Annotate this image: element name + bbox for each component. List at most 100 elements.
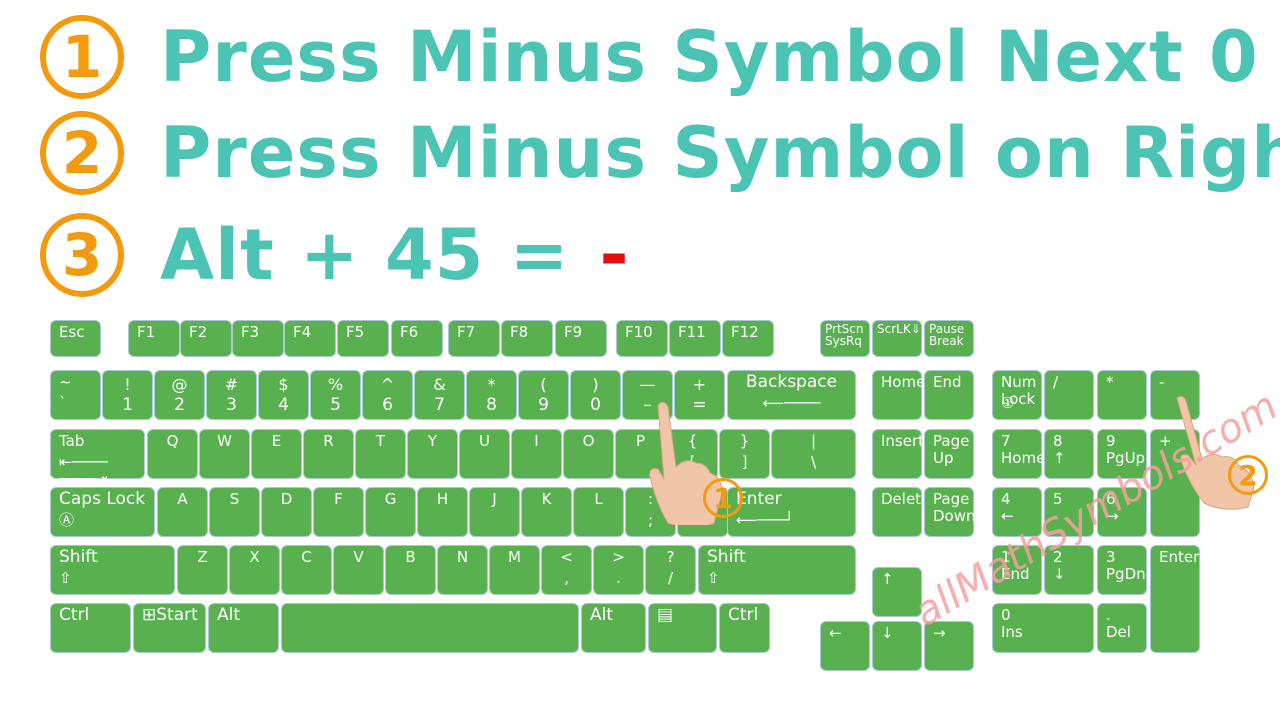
key-symbol66[interactable]: >. bbox=[593, 545, 644, 595]
key-page[interactable]: Page Down bbox=[924, 487, 976, 537]
key-v[interactable]: V bbox=[333, 545, 384, 595]
key-symbol43[interactable]: | \ bbox=[771, 429, 856, 479]
key-j[interactable]: J bbox=[469, 487, 520, 537]
key-f4[interactable]: F4 bbox=[284, 320, 336, 357]
key-sublabel: ⇧ bbox=[59, 569, 72, 587]
key-0[interactable]: 0 Ins bbox=[992, 603, 1094, 653]
key-g[interactable]: G bbox=[365, 487, 416, 537]
key-w[interactable]: W bbox=[199, 429, 250, 479]
key-esc[interactable]: Esc bbox=[50, 320, 101, 357]
step-number-badge: 1 bbox=[40, 15, 124, 99]
key-page[interactable]: Page Up bbox=[924, 429, 974, 479]
key-e[interactable]: E bbox=[251, 429, 302, 479]
key-ctrl[interactable]: Ctrl bbox=[719, 603, 770, 653]
key-r[interactable]: R bbox=[303, 429, 354, 479]
key-s[interactable]: S bbox=[209, 487, 260, 537]
key-alt[interactable]: Alt bbox=[208, 603, 279, 653]
key-symbol24[interactable]: * 8 bbox=[466, 370, 517, 420]
key-l[interactable]: L bbox=[573, 487, 624, 537]
key-f2[interactable]: F2 bbox=[180, 320, 232, 357]
key-shift[interactable]: Shift ⇧ bbox=[50, 545, 175, 595]
key-i[interactable]: I bbox=[511, 429, 562, 479]
key-f3[interactable]: F3 bbox=[232, 320, 284, 357]
key-label: G bbox=[384, 490, 397, 508]
key-n[interactable]: N bbox=[437, 545, 488, 595]
key-a[interactable]: A bbox=[157, 487, 208, 537]
key-label: R bbox=[323, 432, 334, 450]
key-end[interactable]: End bbox=[924, 370, 974, 420]
key-label: F1 bbox=[137, 323, 156, 341]
key-f[interactable]: F bbox=[313, 487, 364, 537]
key-7[interactable]: 7 Home bbox=[992, 429, 1045, 479]
key-symbol84[interactable]: ↓ bbox=[872, 621, 922, 671]
key-enter[interactable]: Enter bbox=[1150, 545, 1200, 653]
key-capslock[interactable]: Caps Lock Ⓐ bbox=[50, 487, 155, 537]
key-symbol23[interactable]: & 7 bbox=[414, 370, 465, 420]
key-symbol16[interactable]: ~ ` bbox=[50, 370, 101, 420]
key-symbol67[interactable]: ? / bbox=[645, 545, 696, 595]
key-symbol17[interactable]: ! 1 bbox=[102, 370, 153, 420]
key-u[interactable]: U bbox=[459, 429, 510, 479]
key-ctrl[interactable]: Ctrl bbox=[50, 603, 131, 653]
key-symbol102[interactable]: . Del bbox=[1097, 603, 1147, 653]
key-h[interactable]: H bbox=[417, 487, 468, 537]
key-label: Ctrl bbox=[59, 605, 90, 625]
key-symbol20[interactable]: $4 bbox=[258, 370, 309, 420]
key-o[interactable]: O bbox=[563, 429, 614, 479]
key-delete[interactable]: Delete bbox=[872, 487, 930, 537]
key-space[interactable] bbox=[281, 603, 579, 653]
key-prtscn[interactable]: PrtScn SysRq bbox=[820, 320, 870, 357]
key-symbol74[interactable]: ▤ bbox=[648, 603, 717, 653]
key-f5[interactable]: F5 bbox=[337, 320, 389, 357]
key-label: E bbox=[271, 432, 282, 450]
step-marker-1: 1 bbox=[703, 478, 743, 518]
key-pause[interactable]: Pause Break bbox=[924, 320, 974, 357]
key-symbol25[interactable]: (9 bbox=[518, 370, 569, 420]
key-sublabel: ⇤──── ────⇥ bbox=[59, 453, 108, 488]
key-f6[interactable]: F6 bbox=[391, 320, 443, 357]
key-num[interactable]: Num Lock ① bbox=[992, 370, 1042, 420]
key-b[interactable]: B bbox=[385, 545, 436, 595]
key-t[interactable]: T bbox=[355, 429, 406, 479]
key-symbol88[interactable]: * bbox=[1097, 370, 1147, 420]
key-c[interactable]: C bbox=[281, 545, 332, 595]
key-symbol83[interactable]: ← bbox=[820, 621, 870, 671]
key-symbol26[interactable]: ) 0 bbox=[570, 370, 621, 420]
key-symbol22[interactable]: ^ 6 bbox=[362, 370, 413, 420]
key-symbol21[interactable]: % 5 bbox=[310, 370, 361, 420]
key-8[interactable]: 8 ↑ bbox=[1044, 429, 1094, 479]
key-x[interactable]: X bbox=[229, 545, 280, 595]
key-y[interactable]: Y bbox=[407, 429, 458, 479]
key-3[interactable]: 3 PgDn bbox=[1097, 545, 1147, 595]
key-tab[interactable]: Tab ⇤──── ────⇥ bbox=[50, 429, 145, 488]
key-z[interactable]: Z bbox=[177, 545, 228, 595]
key-f9[interactable]: F9 bbox=[555, 320, 607, 357]
key-label: F6 bbox=[400, 323, 419, 341]
key-d[interactable]: D bbox=[261, 487, 312, 537]
key-home[interactable]: Home bbox=[872, 370, 925, 420]
key-sublabel: 4 bbox=[278, 395, 289, 415]
key-f8[interactable]: F8 bbox=[501, 320, 553, 357]
key-label: > bbox=[612, 548, 625, 566]
key-backspace[interactable]: Backspace ⟵──── bbox=[727, 370, 856, 420]
key-shift[interactable]: Shift ⇧ bbox=[698, 545, 856, 595]
key-f11[interactable]: F11 bbox=[669, 320, 721, 357]
key-f1[interactable]: F1 bbox=[128, 320, 180, 357]
key-label: F4 bbox=[293, 323, 312, 341]
key-k[interactable]: K bbox=[521, 487, 572, 537]
key-start[interactable]: ⊞Start bbox=[133, 603, 206, 653]
key-symbol87[interactable]: / bbox=[1044, 370, 1094, 420]
key-label: Y bbox=[427, 432, 438, 450]
key-f12[interactable]: F12 bbox=[722, 320, 774, 357]
key-q[interactable]: Q bbox=[147, 429, 198, 479]
key-enter[interactable]: Enter ⟵───┘ bbox=[727, 487, 856, 537]
key-insert[interactable]: Insert bbox=[872, 429, 924, 479]
key-scrlk[interactable]: ScrLK⇓ bbox=[872, 320, 922, 357]
key-f7[interactable]: F7 bbox=[448, 320, 500, 357]
key-symbol18[interactable]: @2 bbox=[154, 370, 205, 420]
key-alt[interactable]: Alt bbox=[581, 603, 646, 653]
key-f10[interactable]: F10 bbox=[616, 320, 668, 357]
key-m[interactable]: M bbox=[489, 545, 540, 595]
key-symbol65[interactable]: <, bbox=[541, 545, 592, 595]
key-symbol19[interactable]: #3 bbox=[206, 370, 257, 420]
